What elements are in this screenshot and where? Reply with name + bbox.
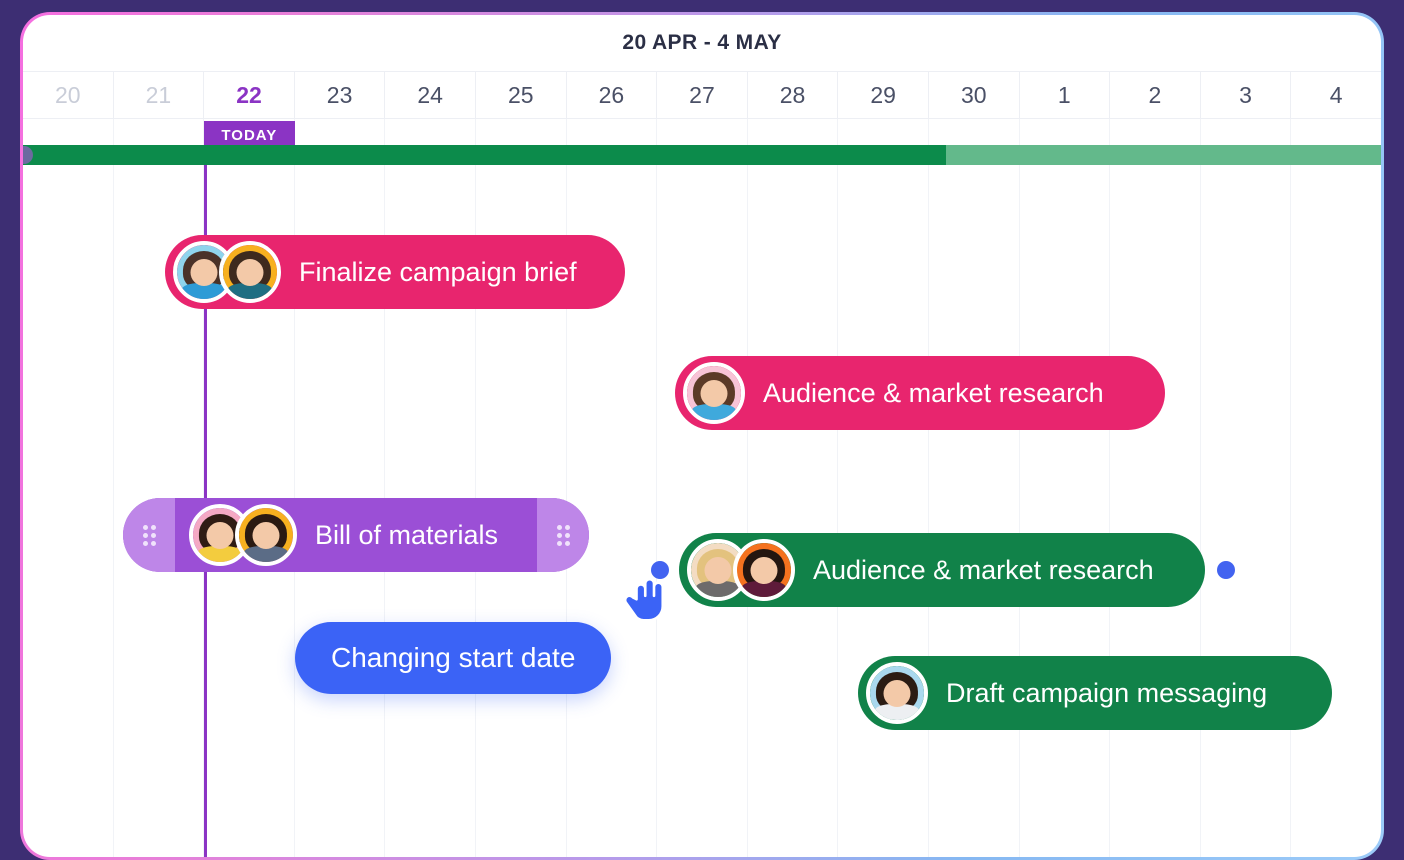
day-cell-4[interactable]: 4 (1291, 72, 1381, 118)
day-cell-24[interactable]: 24 (385, 72, 476, 118)
avatar[interactable] (219, 241, 281, 303)
grip-dots-icon (142, 524, 156, 546)
day-cell-29[interactable]: 29 (838, 72, 929, 118)
grid-column (204, 119, 295, 857)
drag-tooltip: Changing start date (295, 622, 612, 694)
task-bar[interactable]: Audience & market research (679, 533, 1205, 607)
avatar-face (750, 557, 778, 585)
avatar[interactable] (235, 504, 297, 566)
avatar-face (700, 380, 728, 408)
grid-column (114, 119, 205, 857)
day-cell-23[interactable]: 23 (295, 72, 386, 118)
task-bar-label: Finalize campaign brief (299, 256, 577, 287)
task-bar[interactable]: Audience & market research (675, 356, 1165, 430)
task-bar-label: Audience & market research (763, 377, 1104, 408)
gantt-card: 20 APR - 4 MAY 20 21 22 23 24 25 26 27 28 29 30 1 2 3… (23, 15, 1381, 857)
connector-dot-end[interactable] (1217, 561, 1235, 579)
grid-column (567, 119, 658, 857)
task-bar-label: Audience & market research (813, 554, 1154, 585)
day-cell-20[interactable]: 20 (23, 72, 114, 118)
avatar[interactable] (683, 362, 745, 424)
assignee-avatars[interactable] (866, 662, 928, 724)
avatar[interactable] (733, 539, 795, 601)
avatar-face (190, 259, 218, 287)
assignee-avatars[interactable] (683, 362, 745, 424)
grid-column (1291, 119, 1381, 857)
grid-column (295, 119, 386, 857)
gantt-card-frame: 20 APR - 4 MAY 20 21 22 23 24 25 26 27 28 29 30 1 2 3… (20, 12, 1384, 860)
date-range-header: 20 APR - 4 MAY (23, 15, 1381, 71)
task-bar-label: Bill of materials (315, 519, 499, 550)
today-line (204, 121, 208, 857)
gantt-app: 20 APR - 4 MAY 20 21 22 23 24 25 26 27 28 29 30 1 2 3… (0, 0, 1404, 860)
grid-column (385, 119, 476, 857)
day-cell-26[interactable]: 26 (567, 72, 658, 118)
assignee-avatars[interactable] (189, 504, 297, 566)
avatar-face (252, 522, 280, 550)
task-bar[interactable]: Bill of materials (123, 498, 589, 572)
timeline-grid (23, 119, 1381, 857)
assignee-avatars[interactable] (173, 241, 281, 303)
day-cell-2[interactable]: 2 (1110, 72, 1201, 118)
grid-column (1201, 119, 1292, 857)
assignee-avatars[interactable] (687, 539, 795, 601)
day-cell-21[interactable]: 21 (114, 72, 205, 118)
grid-column (929, 119, 1020, 857)
day-cell-25[interactable]: 25 (476, 72, 567, 118)
day-cell-22[interactable]: 22 (204, 72, 295, 118)
avatar-face (704, 557, 732, 585)
task-bar[interactable]: Finalize campaign brief (165, 235, 625, 309)
grid-column (657, 119, 748, 857)
hand-cursor-icon (619, 573, 675, 629)
day-cell-27[interactable]: 27 (657, 72, 748, 118)
avatar-face (206, 522, 234, 550)
grid-column (1020, 119, 1111, 857)
project-progress-bar[interactable] (23, 145, 1381, 165)
date-range-title: 20 APR - 4 MAY (622, 31, 782, 54)
grip-dots-icon (556, 524, 570, 546)
grid-column (23, 119, 114, 857)
grid-column (476, 119, 567, 857)
grid-column (748, 119, 839, 857)
day-cell-3[interactable]: 3 (1201, 72, 1292, 118)
avatar-face (883, 680, 911, 708)
grid-column (838, 119, 929, 857)
avatar[interactable] (866, 662, 928, 724)
day-cell-28[interactable]: 28 (748, 72, 839, 118)
resize-handle-right[interactable] (537, 498, 589, 572)
progress-remaining-segment (946, 145, 1381, 165)
task-bar-label: Draft campaign messaging (946, 677, 1268, 708)
day-cell-1[interactable]: 1 (1020, 72, 1111, 118)
day-cell-30[interactable]: 30 (929, 72, 1020, 118)
progress-completed-segment (23, 145, 947, 165)
day-ruler[interactable]: 20 21 22 23 24 25 26 27 28 29 30 1 2 3 4 (23, 71, 1381, 119)
task-bar[interactable]: Draft campaign messaging (858, 656, 1332, 730)
avatar-face (236, 259, 264, 287)
resize-handle-left[interactable] (123, 498, 175, 572)
grid-column (1110, 119, 1201, 857)
